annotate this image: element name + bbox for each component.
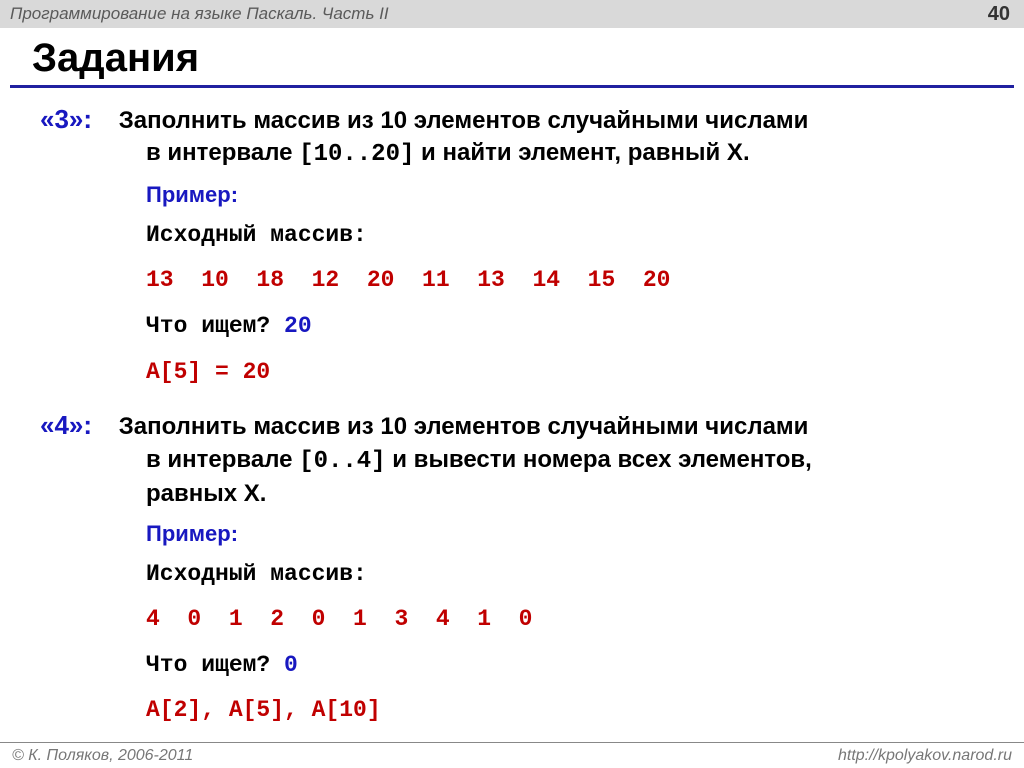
content-area: «3»: Заполнить массив из 10 элементов сл…: [0, 102, 1024, 729]
slide-header: Программирование на языке Паскаль. Часть…: [0, 0, 1024, 28]
result-line: A[2], A[5], A[10]: [146, 693, 994, 729]
footer-url: http://kpolyakov.narod.ru: [838, 747, 1012, 765]
page-number: 40: [988, 3, 1010, 26]
search-value: 20: [284, 313, 312, 339]
source-array-label: Исходный массив:: [146, 218, 994, 254]
interval-literal: [10..20]: [299, 141, 414, 168]
task-desc-line: в интервале [10..20] и найти элемент, ра…: [146, 137, 994, 171]
task-heading: «4»: Заполнить массив из 10 элементов сл…: [40, 408, 994, 510]
interval-literal: [0..4]: [299, 448, 385, 475]
array-values: 13 10 18 12 20 11 13 14 15 20: [146, 263, 994, 299]
task-desc-line: Заполнить массив из 10 элементов случайн…: [119, 413, 809, 440]
search-prompt: Что ищем? 0: [146, 648, 994, 684]
array-values: 4 0 1 2 0 1 3 4 1 0: [146, 602, 994, 638]
slide-footer: © К. Поляков, 2006-2011 http://kpolyakov…: [0, 742, 1024, 768]
task-block: «3»: Заполнить массив из 10 элементов сл…: [40, 102, 994, 390]
title-underline: [10, 85, 1014, 88]
search-prompt: Что ищем? 20: [146, 309, 994, 345]
grade-label: «4»:: [40, 410, 92, 440]
example-label: Пример:: [146, 521, 994, 547]
grade-label: «3»:: [40, 104, 92, 134]
page-title: Задания: [32, 36, 1024, 81]
task-block: «4»: Заполнить массив из 10 элементов сл…: [40, 408, 994, 729]
task-desc-line: в интервале [0..4] и вывести номера всех…: [146, 444, 994, 478]
example-label: Пример:: [146, 182, 994, 208]
course-title: Программирование на языке Паскаль. Часть…: [10, 4, 389, 24]
task-heading: «3»: Заполнить массив из 10 элементов сл…: [40, 102, 994, 172]
copyright: © К. Поляков, 2006-2011: [12, 747, 193, 765]
task-desc-line: равных X.: [146, 478, 994, 510]
search-value: 0: [284, 652, 298, 678]
result-line: A[5] = 20: [146, 355, 994, 391]
task-desc-line: Заполнить массив из 10 элементов случайн…: [119, 107, 809, 134]
source-array-label: Исходный массив:: [146, 557, 994, 593]
